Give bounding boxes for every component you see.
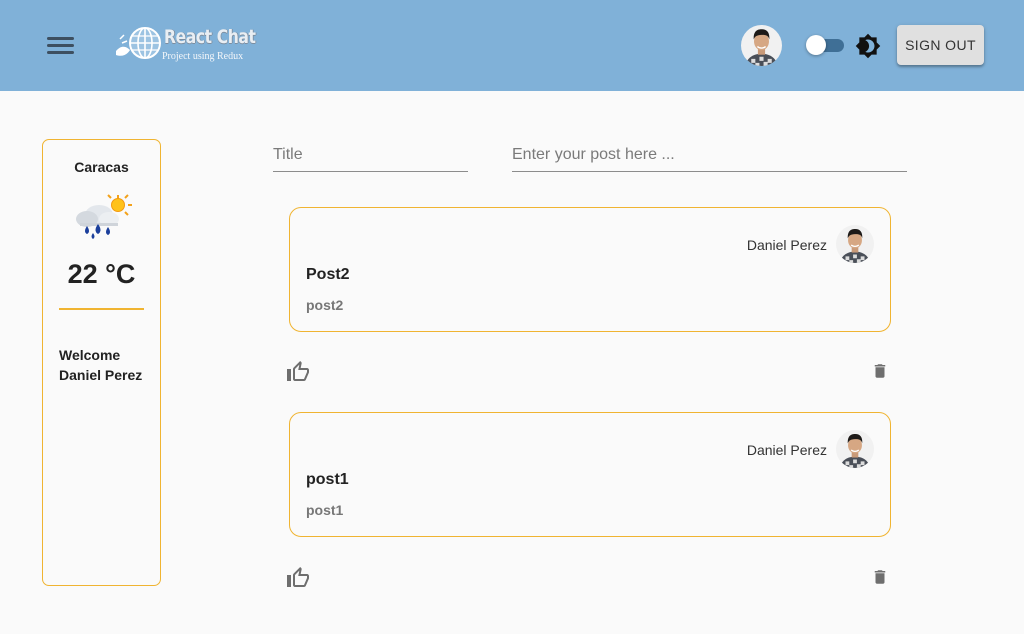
welcome-user-name: Daniel Perez (59, 367, 143, 383)
post-input[interactable] (512, 144, 907, 166)
post-author: Daniel Perez (746, 442, 827, 458)
author-avatar (836, 225, 874, 263)
post-field (512, 140, 907, 172)
delete-icon[interactable] (874, 567, 892, 589)
app-bar: React Chat Project using Redux SIGN OUT (0, 0, 1024, 91)
welcome-message: Welcome Daniel Perez (59, 345, 142, 385)
delete-icon[interactable] (874, 361, 892, 383)
title-field (273, 140, 468, 172)
title-input[interactable] (273, 144, 468, 166)
globe-icon (116, 27, 161, 59)
app-logo: React Chat Project using Redux (114, 25, 256, 65)
rain-sun-icon (76, 194, 132, 239)
post-author: Daniel Perez (746, 237, 827, 253)
brightness-icon[interactable] (855, 33, 881, 59)
weather-city: Caracas (74, 159, 129, 175)
logo-subtitle: Project using Redux (162, 51, 244, 62)
post-title: post1 (306, 471, 349, 488)
theme-switch[interactable] (806, 34, 846, 56)
user-avatar[interactable] (741, 25, 782, 66)
post-body: post1 (306, 502, 344, 518)
weather-card: Caracas 22 °C Welcome Daniel Perez (42, 139, 161, 586)
menu-icon[interactable] (46, 35, 76, 57)
weather-divider (59, 308, 144, 310)
switch-thumb (806, 35, 826, 55)
post-card: Daniel Perez post1 post1 (289, 412, 891, 537)
post-title: Post2 (306, 266, 350, 283)
like-icon[interactable] (285, 360, 311, 384)
logo-title: React Chat (164, 26, 256, 48)
sign-out-button[interactable]: SIGN OUT (897, 25, 984, 65)
welcome-label: Welcome (59, 347, 121, 363)
author-avatar (836, 430, 874, 468)
like-icon[interactable] (285, 566, 311, 590)
post-body: post2 (306, 297, 344, 313)
weather-temperature: 22 °C (67, 259, 136, 289)
post-card: Daniel Perez Post2 post2 (289, 207, 891, 332)
